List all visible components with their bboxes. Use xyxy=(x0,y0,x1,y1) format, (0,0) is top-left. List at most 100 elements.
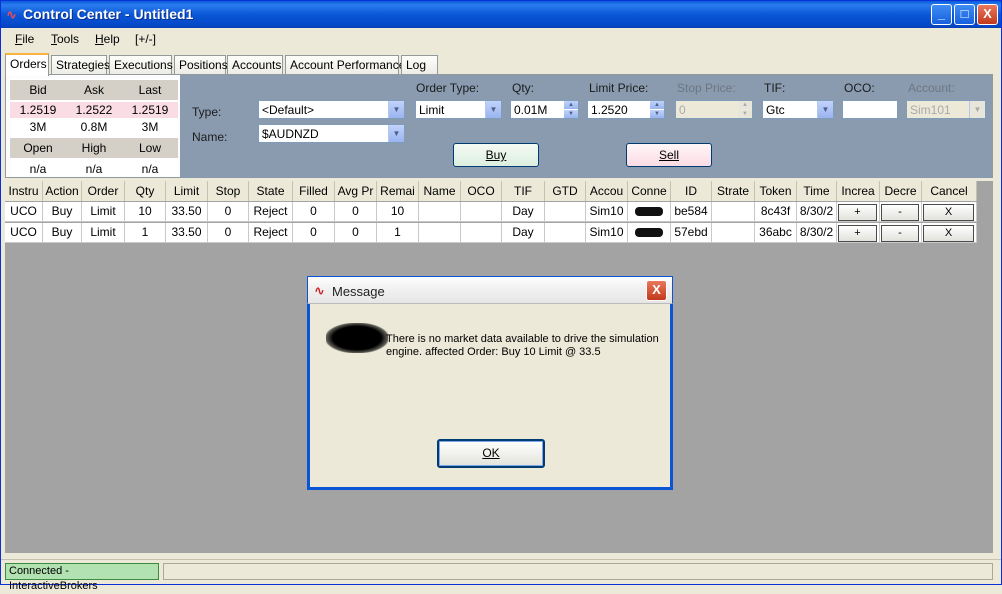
table-cell: 10 xyxy=(125,202,166,222)
menu-help[interactable]: Help xyxy=(95,32,120,46)
table-cell: UCO xyxy=(5,223,43,243)
menu-toggle[interactable]: [+/-] xyxy=(135,32,156,46)
table-cell: 10 xyxy=(377,202,419,222)
menu-file[interactable]: File xyxy=(15,32,34,46)
column-header[interactable]: Time xyxy=(797,181,837,201)
tab-account-performance[interactable]: Account Performance xyxy=(285,55,405,75)
window-title: Control Center - Untitled1 xyxy=(23,6,194,22)
maximize-button[interactable]: □ xyxy=(954,4,975,25)
title-bar[interactable]: ∿ Control Center - Untitled1 _ □ X xyxy=(1,1,1001,28)
buy-button[interactable]: Buy xyxy=(453,143,539,167)
spin-up-icon[interactable]: ▲ xyxy=(650,101,664,109)
increase-button[interactable]: + xyxy=(838,204,877,221)
app-logo-icon: ∿ xyxy=(314,283,325,298)
dialog-title-bar[interactable]: ∿ Message X xyxy=(307,276,673,304)
column-header[interactable]: Conne xyxy=(628,181,671,201)
tab-strategies[interactable]: Strategies xyxy=(51,55,110,75)
column-header[interactable]: Avg Pr xyxy=(335,181,377,201)
increase-button[interactable]: + xyxy=(838,225,877,242)
column-header[interactable]: Limit xyxy=(166,181,208,201)
redacted-connection-mark xyxy=(635,207,663,217)
tab-accounts[interactable]: Accounts xyxy=(227,55,283,75)
chevron-down-icon: ▼ xyxy=(485,101,501,118)
status-panel xyxy=(163,563,993,580)
chevron-down-icon: ▼ xyxy=(817,101,833,118)
column-header[interactable]: ID xyxy=(671,181,712,201)
spin-up-icon[interactable]: ▲ xyxy=(564,101,578,109)
cancel-button[interactable]: X xyxy=(923,204,974,221)
tab-executions[interactable]: Executions xyxy=(109,55,173,75)
ask-header: Ask xyxy=(66,80,122,100)
table-cell: 0 xyxy=(335,202,377,222)
decrease-button[interactable]: - xyxy=(881,225,919,242)
column-header[interactable]: Instru xyxy=(5,181,43,201)
column-header[interactable]: State xyxy=(249,181,293,201)
column-header[interactable]: Cancel xyxy=(922,181,977,201)
instrument-name-select[interactable]: $AUDNZD ▼ xyxy=(258,124,405,143)
spin-down-icon[interactable]: ▼ xyxy=(650,110,664,118)
table-cell: 8/30/2 xyxy=(797,223,837,243)
close-button[interactable]: X xyxy=(977,4,998,25)
menu-tools[interactable]: Tools xyxy=(51,32,79,46)
type-select[interactable]: <Default> ▼ xyxy=(258,100,405,119)
column-header[interactable]: Token xyxy=(755,181,797,201)
spin-down-icon[interactable]: ▼ xyxy=(564,110,578,118)
table-cell: X xyxy=(922,223,977,243)
table-cell xyxy=(712,223,755,243)
limit-price-stepper[interactable]: 1.2520 ▲ ▼ xyxy=(587,100,665,119)
limit-price-label: Limit Price: xyxy=(589,81,649,95)
column-header[interactable]: TIF xyxy=(502,181,545,201)
table-cell: UCO xyxy=(5,202,43,222)
table-cell xyxy=(628,202,671,222)
last-price: 1.2519 xyxy=(122,102,178,118)
column-header[interactable]: Action xyxy=(43,181,82,201)
column-header[interactable]: Qty xyxy=(125,181,166,201)
table-cell: 1 xyxy=(377,223,419,243)
status-bar: Connected - InteractiveBrokers xyxy=(1,559,1001,592)
stop-price-label: Stop Price: xyxy=(677,81,736,95)
bid-size: 3M xyxy=(29,120,47,134)
ask-price: 1.2522 xyxy=(66,102,122,118)
table-cell xyxy=(545,223,586,243)
table-cell: be584 xyxy=(671,202,712,222)
qty-stepper[interactable]: 0.01M ▲ ▼ xyxy=(510,100,579,119)
column-header[interactable]: Increa xyxy=(837,181,880,201)
order-form: Type: <Default> ▼ Name: $AUDNZD ▼ Order … xyxy=(180,75,992,178)
tab-log[interactable]: Log xyxy=(401,55,438,75)
column-header[interactable]: Decre xyxy=(880,181,922,201)
account-select: Sim101 ▼ xyxy=(906,100,986,119)
column-header[interactable]: Strate xyxy=(712,181,755,201)
column-header[interactable]: Accou xyxy=(586,181,628,201)
decrease-button[interactable]: - xyxy=(881,204,919,221)
tif-label: TIF: xyxy=(764,81,786,95)
column-header[interactable]: Order xyxy=(82,181,125,201)
last-header: Last xyxy=(122,80,178,100)
order-type-select[interactable]: Limit ▼ xyxy=(415,100,502,119)
column-header[interactable]: Filled xyxy=(293,181,335,201)
tab-positions[interactable]: Positions xyxy=(174,55,228,75)
qty-label: Qty: xyxy=(512,81,535,95)
column-header[interactable]: Remai xyxy=(377,181,419,201)
oco-input[interactable] xyxy=(842,100,898,119)
table-cell: Limit xyxy=(82,223,125,243)
column-header[interactable]: Name xyxy=(419,181,461,201)
table-cell: 0 xyxy=(208,202,249,222)
column-header[interactable]: GTD xyxy=(545,181,586,201)
column-header[interactable]: Stop xyxy=(208,181,249,201)
high-header: High xyxy=(66,138,122,158)
connection-status: Connected - InteractiveBrokers xyxy=(5,563,159,592)
table-cell: 8/30/2 xyxy=(797,202,837,222)
dialog-close-button[interactable]: X xyxy=(646,280,667,301)
low-value: n/a xyxy=(141,162,159,176)
table-cell: Sim10 xyxy=(586,223,628,243)
ok-button[interactable]: OK xyxy=(437,439,545,468)
column-header[interactable]: OCO xyxy=(461,181,502,201)
table-cell: 36abc xyxy=(755,223,797,243)
cancel-button[interactable]: X xyxy=(923,225,974,242)
tif-select[interactable]: Gtc ▼ xyxy=(762,100,834,119)
table-cell: Limit xyxy=(82,202,125,222)
tab-orders[interactable]: Orders xyxy=(5,53,49,76)
minimize-button[interactable]: _ xyxy=(931,4,952,25)
sell-button[interactable]: Sell xyxy=(626,143,712,167)
redacted-connection-mark xyxy=(635,228,663,238)
